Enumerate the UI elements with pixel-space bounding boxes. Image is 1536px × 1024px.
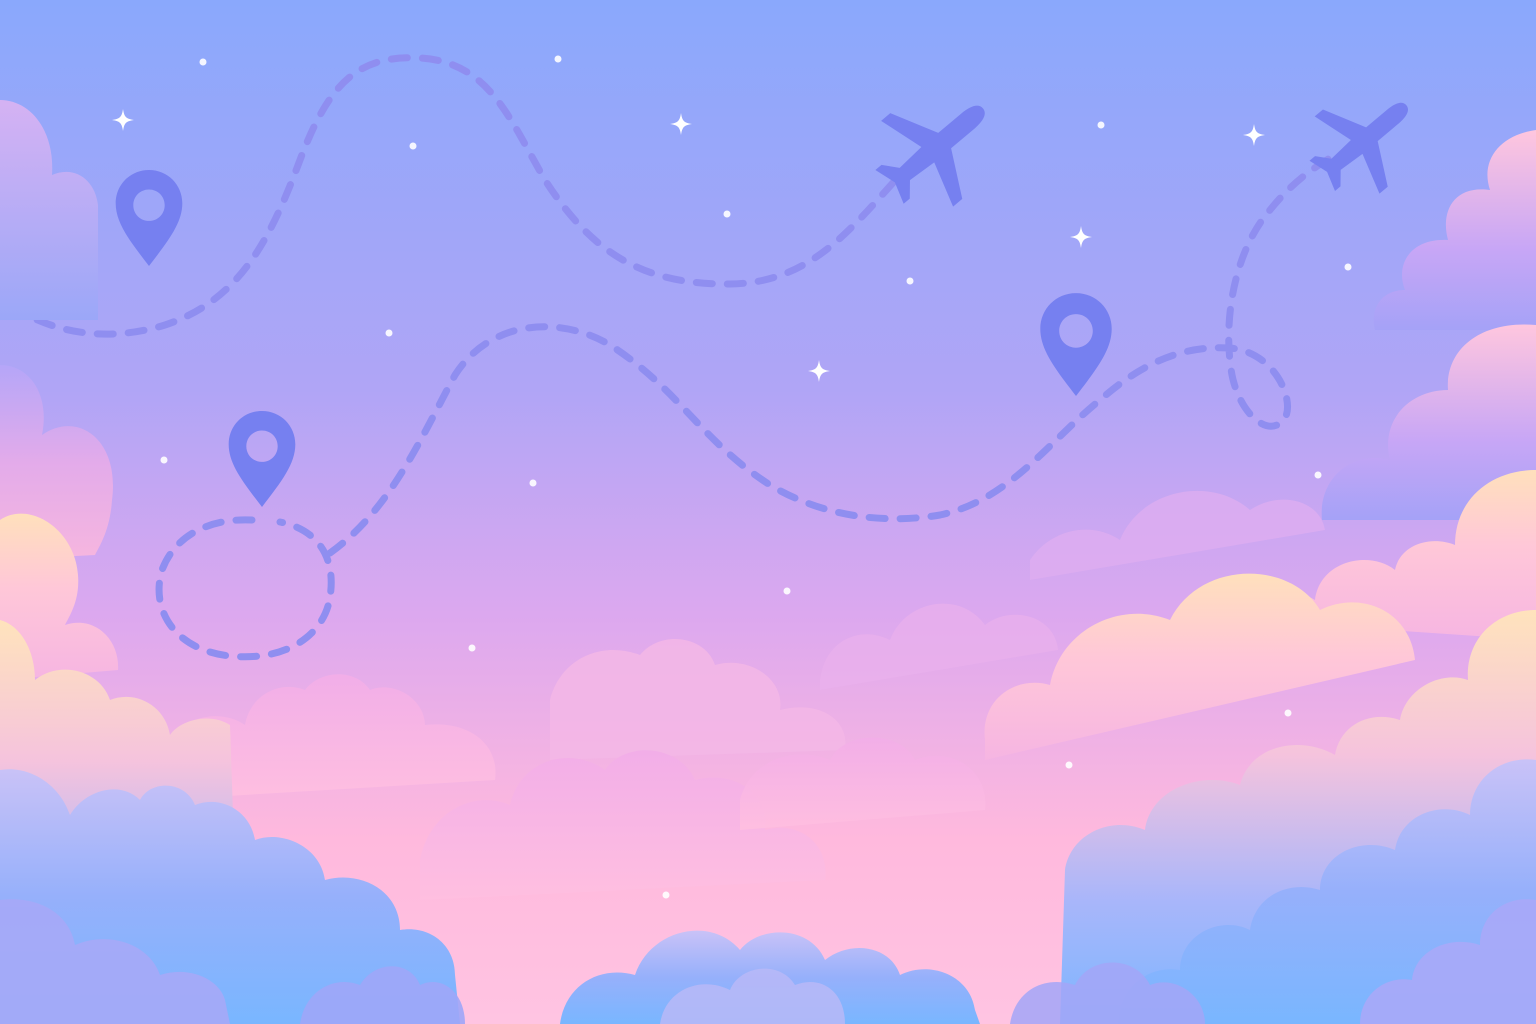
sky-canvas	[0, 0, 1536, 1024]
travel-sky-illustration	[0, 0, 1536, 1024]
